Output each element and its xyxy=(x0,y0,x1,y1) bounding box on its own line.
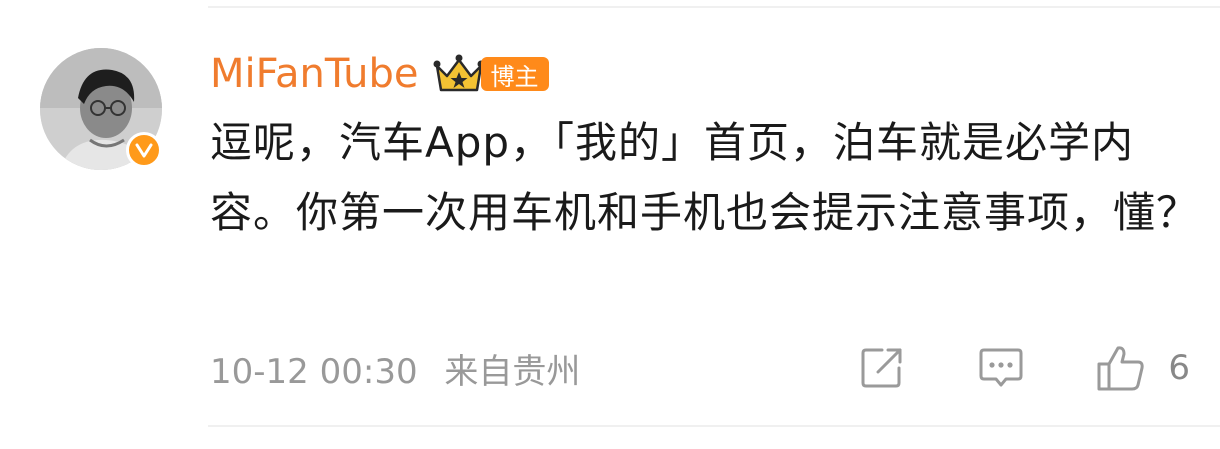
comment-text: 逗呢，汽车App，「我的」首页，泊车就是必学内容。你第一次用车机和手机也会提示注… xyxy=(210,118,1200,237)
crown-icon xyxy=(433,52,485,96)
username[interactable]: MiFanTube xyxy=(210,51,419,97)
like-icon xyxy=(1097,346,1145,391)
avatar[interactable] xyxy=(40,48,162,170)
divider-bottom xyxy=(208,425,1220,427)
like-button[interactable]: 6 xyxy=(1096,344,1190,392)
comment-meta: 10-12 00:30 来自贵州 xyxy=(210,344,580,393)
action-bar: 6 xyxy=(860,344,1190,392)
share-button[interactable] xyxy=(860,346,904,390)
share-icon xyxy=(861,348,902,388)
verified-badge-icon xyxy=(126,132,162,168)
comment-card: MiFanTube 博主 逗呢，汽车App，「我的」首页，泊车就是必学内容。你第… xyxy=(0,0,1220,449)
divider-top xyxy=(208,6,1220,8)
location-source: 来自贵州 xyxy=(444,351,581,392)
timestamp: 10-12 00:30 xyxy=(210,351,418,392)
reply-button[interactable] xyxy=(978,346,1024,390)
role-badge: 博主 xyxy=(480,57,549,91)
reply-icon xyxy=(979,348,1023,387)
comment-footer: 10-12 00:30 来自贵州 6 xyxy=(210,340,1190,396)
comment-header: MiFanTube 博主 xyxy=(210,46,549,102)
like-count: 6 xyxy=(1168,348,1190,388)
